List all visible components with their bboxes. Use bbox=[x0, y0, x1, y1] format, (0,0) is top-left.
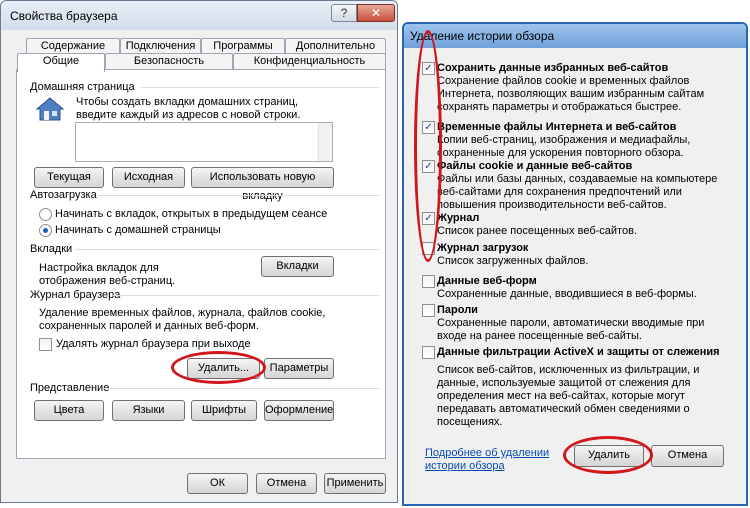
item-description: Файлы или базы данных, создаваемые на ко… bbox=[437, 173, 718, 211]
passwords-checkbox[interactable] bbox=[422, 304, 435, 317]
activex-tracking-checkbox[interactable] bbox=[422, 346, 435, 359]
item-label: Временные файлы Интернета и веб-сайтов bbox=[437, 121, 677, 133]
item-description: Список веб-сайтов, исключенных из фильтр… bbox=[437, 364, 700, 428]
item-label: Пароли bbox=[437, 304, 478, 316]
item-label: Сохранить данные избранных веб-сайтов bbox=[437, 62, 669, 74]
learn-more-link[interactable]: Подробнее об удалении истории обзора bbox=[425, 447, 565, 473]
item-label: Файлы cookie и данные веб-сайтов bbox=[437, 160, 633, 172]
form-data-checkbox[interactable] bbox=[422, 275, 435, 288]
item-label: Данные фильтрации ActiveX и защиты от сл… bbox=[437, 346, 720, 358]
dialog-cancel-button[interactable]: Отмена bbox=[651, 445, 724, 467]
item-description: Список загруженных файлов. bbox=[437, 255, 589, 267]
item-label: Журнал загрузок bbox=[437, 242, 529, 254]
item-label: Данные веб-форм bbox=[437, 275, 537, 287]
highlight-ellipse bbox=[563, 436, 653, 474]
item-description: Сохранение файлов cookie и временных фай… bbox=[437, 75, 705, 113]
item-description: Копии веб-страниц, изображения и медиафа… bbox=[437, 134, 691, 159]
item-description: Сохраненные данные, вводившиеся в веб-фо… bbox=[437, 288, 697, 300]
highlight-ellipse bbox=[414, 30, 442, 262]
item-description: Список ранее посещенных веб-сайтов. bbox=[437, 225, 637, 237]
item-label: Журнал bbox=[437, 212, 480, 224]
item-description: Сохраненные пароли, автоматически вводим… bbox=[437, 317, 705, 342]
